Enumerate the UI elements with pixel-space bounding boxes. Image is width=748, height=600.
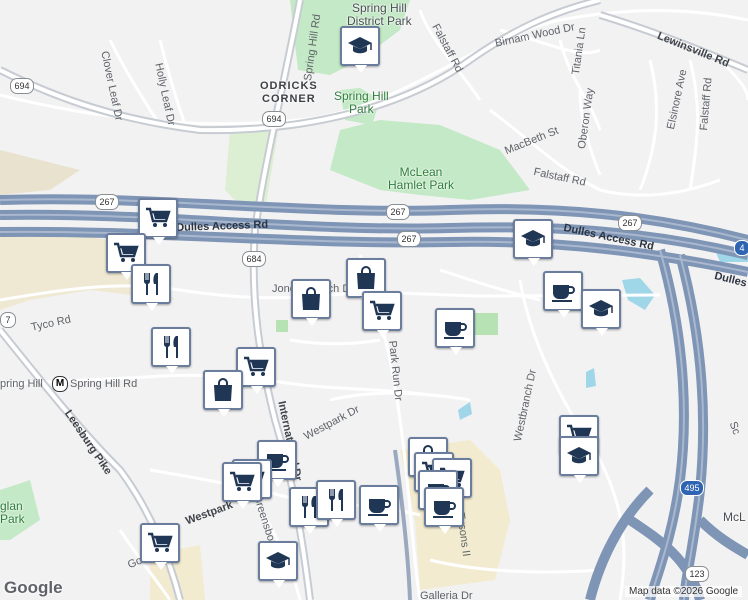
cafe-pin[interactable] [543,271,583,318]
route-684-shield: 684 [242,251,266,267]
cafe-pin[interactable] [424,487,464,534]
spring-hill-park-label: Spring Hill Park [334,89,389,116]
graduation-cap-icon [589,300,613,317]
spring-hill-rd-label: Spring Hill Rd [70,378,138,390]
shopping-bag-icon [214,378,232,401]
restaurant-pin[interactable] [151,327,191,374]
shopping-cart-icon [146,207,171,227]
route-267-shield: 267 [397,231,421,247]
route-267-shield: 267 [618,215,642,231]
shopping-pin[interactable] [203,370,243,417]
galleria-label: Galleria Dr [420,590,473,600]
spring-hill-district-park-label: Spring Hill District Park [347,1,412,28]
interstate-shield: 4 [734,240,748,256]
school-pin[interactable] [258,541,298,588]
coffee-cup-icon [444,322,467,339]
cafe-pin[interactable] [435,308,475,355]
fork-knife-icon [143,273,158,295]
interstate-495-shield: 495 [680,480,704,496]
route-123-shield: 123 [685,566,709,582]
odricks-corner-label: ODRICKS CORNER [260,80,318,105]
graduation-cap-icon [521,230,545,247]
shopping-bag-icon [357,266,375,289]
school-pin[interactable] [581,289,621,336]
shopping-pin[interactable] [138,198,178,245]
shopping-cart-icon [148,532,173,552]
restaurant-pin[interactable] [316,480,356,527]
shopping-cart-icon [370,300,395,320]
mclean-label: McL [723,510,746,524]
graduation-cap-icon [348,37,372,54]
map-canvas[interactable]: Spring Hill District Park ODRICKS CORNER… [0,0,748,600]
route-267-shield: 267 [95,194,119,210]
route-694-shield: 694 [262,111,286,127]
metro-icon[interactable]: M [52,376,68,392]
shopping-pin[interactable] [362,291,402,338]
graduation-cap-icon [266,552,290,569]
shopping-pin[interactable] [222,462,262,509]
shopping-cart-icon [114,242,139,262]
school-pin[interactable] [559,436,599,483]
shopping-bag-icon [302,287,320,310]
school-pin[interactable] [340,26,380,73]
shopping-cart-icon [244,356,269,376]
school-pin[interactable] [513,219,553,266]
route-267-shield: 267 [386,204,410,220]
shopping-cart-icon [230,471,255,491]
shopping-pin[interactable] [291,279,331,326]
coffee-cup-icon [368,499,391,516]
fork-knife-icon [163,336,178,358]
coffee-cup-icon [552,285,575,302]
coffee-cup-icon [433,501,456,518]
route-694-shield: 694 [10,78,34,94]
restaurant-pin[interactable] [131,264,171,311]
shopping-pin[interactable] [140,523,180,570]
mclean-hamlet-park-label: McLean Hamlet Park [388,165,455,192]
metro-station-label: pring Hill [0,378,43,390]
eaglan-park-label: glan Park [0,499,25,526]
route-7-shield: 7 [0,312,16,328]
graduation-cap-icon [567,447,591,464]
cafe-pin[interactable] [359,485,399,532]
fork-knife-icon [328,489,343,511]
map-attribution[interactable]: Map data ©2026 Google [625,586,743,597]
google-logo: Google [4,578,63,597]
